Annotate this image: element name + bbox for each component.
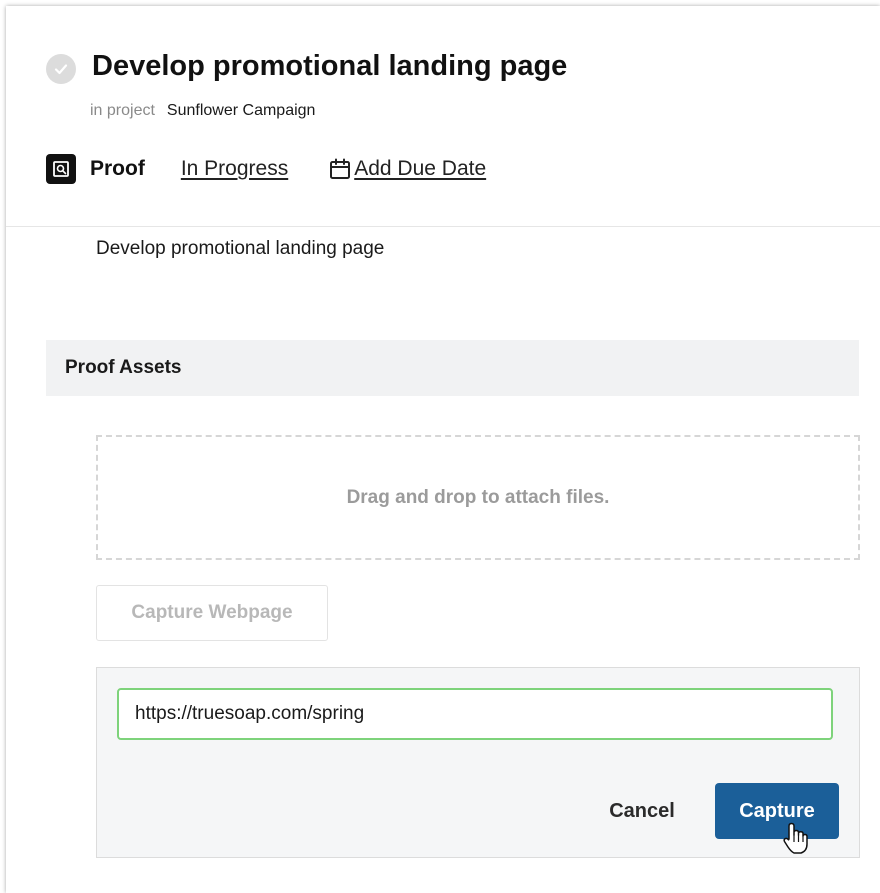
section-title: Proof Assets: [65, 357, 182, 378]
dropzone-text: Drag and drop to attach files.: [346, 486, 610, 508]
task-detail-panel: Develop promotional landing page in proj…: [6, 6, 880, 893]
project-prefix: in project: [90, 102, 155, 119]
calendar-icon: [330, 158, 351, 179]
task-type-label: Proof: [90, 157, 145, 180]
task-description[interactable]: Develop promotional landing page: [96, 238, 384, 260]
status-link[interactable]: In Progress: [181, 157, 288, 181]
project-breadcrumb: in project Sunflower Campaign: [90, 102, 315, 120]
capture-button[interactable]: Capture: [715, 783, 839, 839]
add-due-date-button[interactable]: Add Due Date: [328, 157, 486, 181]
hand-cursor-icon: [783, 822, 808, 854]
task-title: Develop promotional landing page: [92, 50, 568, 82]
capture-url-panel: Cancel Capture: [96, 667, 860, 858]
file-dropzone[interactable]: Drag and drop to attach files.: [96, 435, 860, 560]
project-link[interactable]: Sunflower Campaign: [167, 102, 316, 119]
add-due-date-label: Add Due Date: [354, 157, 487, 180]
task-meta-row: Proof In Progress Add Due Date: [46, 154, 486, 184]
proof-assets-header: Proof Assets: [46, 340, 859, 396]
url-input[interactable]: [117, 688, 833, 740]
complete-task-button[interactable]: [46, 54, 76, 84]
cancel-button[interactable]: Cancel: [587, 783, 697, 839]
check-icon: [54, 64, 68, 75]
proof-icon: [46, 154, 76, 184]
capture-webpage-button[interactable]: Capture Webpage: [96, 585, 328, 641]
task-header: Develop promotional landing page in proj…: [6, 6, 880, 227]
